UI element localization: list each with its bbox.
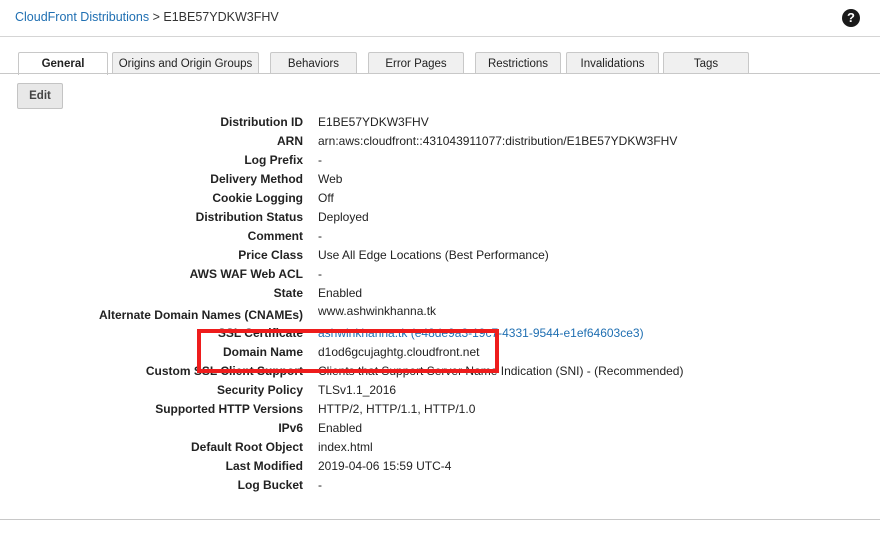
detail-value: Off [318, 191, 334, 205]
detail-label: Distribution Status [195, 210, 303, 224]
breadcrumb-separator: > [152, 10, 160, 24]
detail-value: www.ashwinkhanna.tk [318, 304, 437, 318]
detail-label: Log Prefix [244, 153, 303, 167]
breadcrumb: CloudFront Distributions > E1BE57YDKW3FH… [15, 10, 279, 24]
detail-row: AWS WAF Web ACL - [0, 267, 880, 285]
detail-value: Enabled [318, 421, 363, 435]
detail-value: Enabled [318, 286, 363, 300]
detail-value: Use All Edge Locations (Best Performance… [318, 248, 549, 262]
detail-label: Delivery Method [210, 172, 303, 186]
tab-invalidations[interactable]: Invalidations [566, 52, 659, 74]
detail-value: Web [318, 172, 343, 186]
detail-label: Comment [247, 229, 303, 243]
help-icon[interactable]: ? [842, 9, 860, 27]
detail-row: Log Prefix - [0, 153, 880, 171]
detail-row: Last Modified 2019-04-06 15:59 UTC-4 [0, 459, 880, 477]
detail-label: State [273, 286, 303, 300]
detail-value: - [318, 478, 322, 492]
detail-row: Delivery Method Web [0, 172, 880, 190]
detail-row: Security Policy TLSv1.1_2016 [0, 383, 880, 401]
breadcrumb-current: E1BE57YDKW3FHV [163, 10, 279, 24]
detail-value: 2019-04-06 15:59 UTC-4 [318, 459, 452, 473]
detail-value: - [318, 267, 322, 281]
tab-behaviors[interactable]: Behaviors [270, 52, 357, 74]
detail-row: Cookie Logging Off [0, 191, 880, 209]
tab-error-pages[interactable]: Error Pages [368, 52, 464, 74]
detail-label: Log Bucket [237, 478, 303, 492]
detail-label: Last Modified [225, 459, 303, 473]
detail-label: Supported HTTP Versions [155, 402, 303, 416]
tab-general[interactable]: General [18, 52, 108, 75]
detail-row: ARN arn:aws:cloudfront::431043911077:dis… [0, 134, 880, 152]
detail-row: Distribution ID E1BE57YDKW3FHV [0, 115, 880, 133]
detail-row: State Enabled [0, 286, 880, 304]
detail-row: Default Root Object index.html [0, 440, 880, 458]
detail-label: Distribution ID [220, 115, 303, 129]
detail-label: Alternate Domain Names (CNAMEs) [98, 308, 303, 322]
detail-value: E1BE57YDKW3FHV [318, 115, 429, 129]
detail-row: Comment - [0, 229, 880, 247]
tab-tags[interactable]: Tags [663, 52, 749, 74]
detail-row: Log Bucket - [0, 478, 880, 496]
breadcrumb-parent-link[interactable]: CloudFront Distributions [15, 10, 149, 24]
tab-origins[interactable]: Origins and Origin Groups [112, 52, 259, 74]
edit-button[interactable]: Edit [17, 83, 63, 109]
detail-label: Default Root Object [190, 440, 303, 454]
detail-row: IPv6 Enabled [0, 421, 880, 439]
detail-label: AWS WAF Web ACL [189, 267, 303, 281]
bottom-divider [0, 519, 880, 520]
detail-label: ARN [277, 134, 303, 148]
detail-value: index.html [318, 440, 373, 454]
detail-value: HTTP/2, HTTP/1.1, HTTP/1.0 [318, 402, 476, 416]
detail-label: IPv6 [278, 421, 303, 435]
tab-restrictions[interactable]: Restrictions [475, 52, 561, 74]
top-bar: CloudFront Distributions > E1BE57YDKW3FH… [0, 0, 880, 37]
detail-value: - [318, 229, 322, 243]
detail-row: Supported HTTP Versions HTTP/2, HTTP/1.1… [0, 402, 880, 420]
detail-value: arn:aws:cloudfront::431043911077:distrib… [318, 134, 678, 148]
detail-value: TLSv1.1_2016 [318, 383, 397, 397]
detail-label: Cookie Logging [212, 191, 303, 205]
detail-value: - [318, 153, 322, 167]
detail-row: Alternate Domain Names (CNAMEs) www.ashw… [0, 304, 880, 325]
detail-value: Deployed [318, 210, 369, 224]
detail-label: Price Class [238, 248, 303, 262]
detail-row: Price Class Use All Edge Locations (Best… [0, 248, 880, 266]
detail-label: Security Policy [216, 383, 303, 397]
detail-row: Distribution Status Deployed [0, 210, 880, 228]
tab-divider [0, 73, 880, 74]
domain-name-highlight-box [197, 329, 499, 373]
